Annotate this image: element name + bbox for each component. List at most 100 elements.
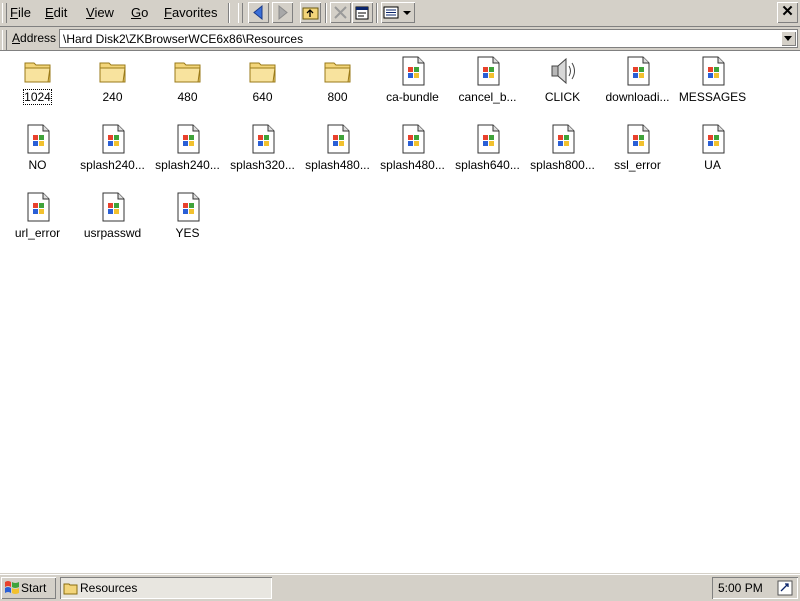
file-item[interactable]: splash240... bbox=[150, 121, 225, 181]
item-name: CLICK bbox=[544, 90, 581, 104]
file-item[interactable]: UA bbox=[675, 121, 750, 181]
item-label: ssl_error bbox=[600, 158, 675, 172]
item-name: splash240... bbox=[80, 158, 145, 172]
views-button[interactable] bbox=[381, 2, 415, 23]
folder-item[interactable]: 800 bbox=[300, 53, 375, 113]
menu-file[interactable]: File bbox=[10, 4, 31, 21]
file-item[interactable]: splash320... bbox=[225, 121, 300, 181]
item-label: MESSAGES bbox=[675, 90, 750, 104]
item-label: UA bbox=[675, 158, 750, 172]
file-item[interactable]: downloadi... bbox=[600, 53, 675, 113]
document-icon bbox=[627, 56, 650, 86]
start-button[interactable]: Start bbox=[1, 577, 56, 599]
address-combobox[interactable] bbox=[59, 29, 798, 48]
file-item[interactable]: splash640... bbox=[450, 121, 525, 181]
item-name: YES bbox=[175, 226, 200, 240]
file-item[interactable]: ca-bundle bbox=[375, 53, 450, 113]
folder-icon bbox=[249, 62, 276, 83]
item-name: cancel_b... bbox=[458, 90, 517, 104]
folder-icon bbox=[174, 62, 201, 83]
item-label: ca-bundle bbox=[375, 90, 450, 104]
item-name: splash240... bbox=[155, 158, 220, 172]
item-name: splash480... bbox=[305, 158, 370, 172]
item-label: usrpasswd bbox=[75, 226, 150, 240]
item-name: UA bbox=[704, 158, 721, 172]
file-item[interactable]: splash240... bbox=[75, 121, 150, 181]
item-label: CLICK bbox=[525, 90, 600, 104]
toolbar-separator bbox=[376, 3, 378, 23]
address-grip[interactable] bbox=[2, 30, 7, 50]
item-name: splash640... bbox=[455, 158, 520, 172]
file-item[interactable]: splash800... bbox=[525, 121, 600, 181]
item-name: 1024 bbox=[23, 89, 52, 105]
item-name: splash480... bbox=[380, 158, 445, 172]
file-item[interactable]: url_error bbox=[0, 189, 75, 249]
item-label: downloadi... bbox=[600, 90, 675, 104]
file-view[interactable]: 1024 240 480 640 800 ca-bundle cancel_b... CLIC… bbox=[0, 51, 800, 574]
item-label: splash640... bbox=[450, 158, 525, 172]
menu-go[interactable]: Go bbox=[131, 4, 148, 21]
document-icon bbox=[477, 56, 500, 86]
windows-logo-icon bbox=[5, 581, 19, 594]
command-bar: File Edit View Go Favorites ✕ bbox=[0, 0, 800, 27]
file-item[interactable]: YES bbox=[150, 189, 225, 249]
up-folder-button[interactable] bbox=[300, 2, 321, 23]
menu-edit[interactable]: Edit bbox=[45, 4, 67, 21]
file-item[interactable]: usrpasswd bbox=[75, 189, 150, 249]
document-icon bbox=[402, 124, 425, 154]
item-label: 800 bbox=[300, 90, 375, 104]
document-icon bbox=[102, 192, 125, 222]
file-item[interactable]: NO bbox=[0, 121, 75, 181]
folder-icon bbox=[99, 62, 126, 83]
folder-item[interactable]: 1024 bbox=[0, 53, 75, 113]
file-item[interactable]: splash480... bbox=[375, 121, 450, 181]
close-icon: ✕ bbox=[781, 3, 794, 20]
document-icon bbox=[177, 124, 200, 154]
forward-button[interactable] bbox=[272, 2, 293, 23]
start-label: Start bbox=[21, 581, 47, 595]
file-item[interactable]: cancel_b... bbox=[450, 53, 525, 113]
item-name: 480 bbox=[177, 90, 198, 104]
folder-icon bbox=[24, 62, 51, 83]
item-name: usrpasswd bbox=[83, 226, 142, 240]
item-name: downloadi... bbox=[605, 90, 670, 104]
properties-button[interactable] bbox=[352, 2, 373, 23]
clock[interactable]: 5:00 PM bbox=[718, 581, 763, 595]
file-item[interactable]: MESSAGES bbox=[675, 53, 750, 113]
document-icon bbox=[402, 56, 425, 86]
item-label: splash800... bbox=[525, 158, 600, 172]
item-label: splash240... bbox=[75, 158, 150, 172]
item-label: splash480... bbox=[375, 158, 450, 172]
address-input[interactable] bbox=[63, 31, 773, 47]
toolbar-separator bbox=[325, 3, 327, 23]
item-label: url_error bbox=[0, 226, 75, 240]
folder-item[interactable]: 480 bbox=[150, 53, 225, 113]
item-label: YES bbox=[150, 226, 225, 240]
toolbar-grip[interactable] bbox=[238, 3, 243, 23]
item-name: 240 bbox=[102, 90, 123, 104]
folder-item[interactable]: 640 bbox=[225, 53, 300, 113]
folder-icon bbox=[324, 62, 351, 83]
address-dropdown-button[interactable] bbox=[781, 31, 796, 46]
menu-view[interactable]: View bbox=[86, 4, 114, 21]
document-icon bbox=[177, 192, 200, 222]
back-button[interactable] bbox=[248, 2, 269, 23]
delete-button[interactable] bbox=[330, 2, 351, 23]
item-label: 480 bbox=[150, 90, 225, 104]
file-item[interactable]: splash480... bbox=[300, 121, 375, 181]
views-icon bbox=[383, 6, 411, 19]
back-icon bbox=[253, 4, 263, 21]
item-name: splash800... bbox=[530, 158, 595, 172]
folder-item[interactable]: 240 bbox=[75, 53, 150, 113]
taskbar-window-resources[interactable]: Resources bbox=[60, 577, 272, 599]
item-label: 240 bbox=[75, 90, 150, 104]
taskbar: Start Resources 5:00 PM bbox=[0, 574, 800, 601]
desktop-icon[interactable] bbox=[777, 580, 793, 596]
file-item[interactable]: ssl_error bbox=[600, 121, 675, 181]
file-item[interactable]: CLICK bbox=[525, 53, 600, 113]
menu-grip[interactable] bbox=[2, 3, 7, 23]
menu-favorites[interactable]: Favorites bbox=[164, 4, 217, 21]
item-label: 640 bbox=[225, 90, 300, 104]
item-name: ca-bundle bbox=[386, 90, 439, 104]
close-button[interactable]: ✕ bbox=[777, 2, 798, 23]
